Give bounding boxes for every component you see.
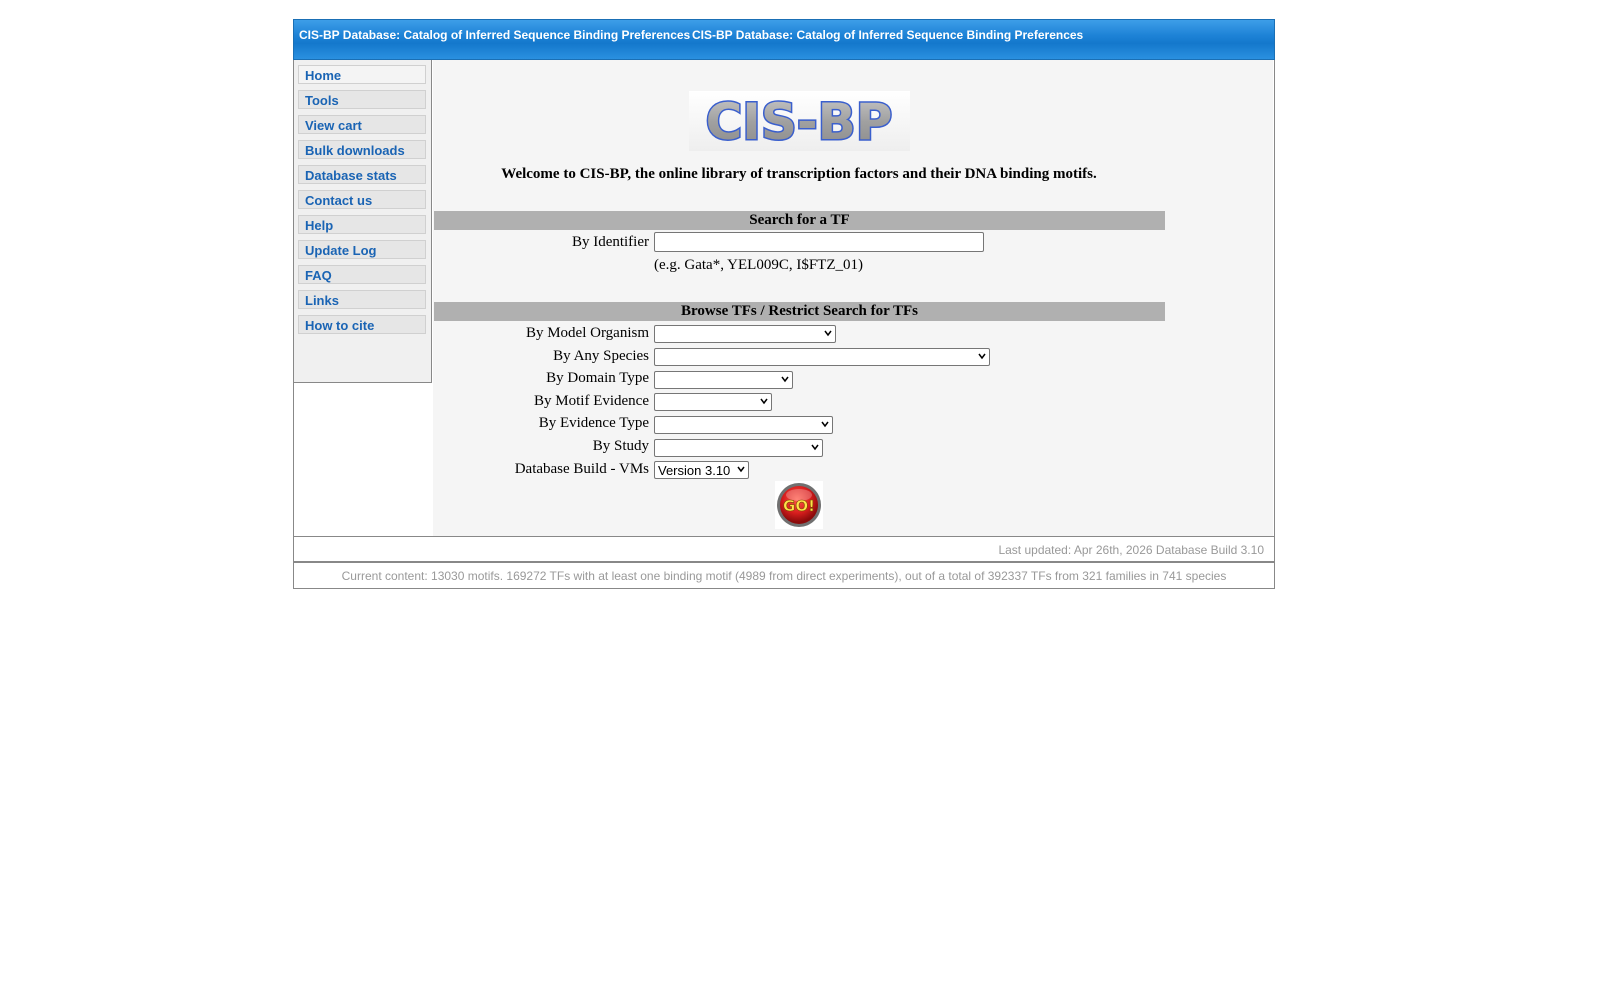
study-select[interactable] <box>654 439 823 457</box>
content-summary-bar: Current content: 13030 motifs. 169272 TF… <box>293 562 1275 589</box>
last-updated-text: Last updated: Apr 26th, 2026 Database Bu… <box>998 543 1264 557</box>
sidebar-item-view-cart[interactable]: View cart <box>298 115 426 134</box>
identifier-input[interactable] <box>654 232 984 252</box>
main-panel: Home Tools View cart Bulk downloads Data… <box>293 60 1275 537</box>
content-area: CIS-BP Welcome to CIS-BP, the online lib… <box>433 60 1273 536</box>
sidebar-item-faq[interactable]: FAQ <box>298 265 426 284</box>
domain-type-label: By Domain Type <box>546 370 649 386</box>
any-species-label: By Any Species <box>553 348 649 364</box>
motif-evidence-select[interactable] <box>654 393 772 411</box>
last-updated-bar: Last updated: Apr 26th, 2026 Database Bu… <box>293 537 1275 562</box>
browse-section-heading: Browse TFs / Restrict Search for TFs <box>434 302 1165 321</box>
logo-text: CIS-BP <box>706 93 893 151</box>
content-summary-text: Current content: 13030 motifs. 169272 TF… <box>341 569 1227 583</box>
sidebar-item-label: Tools <box>305 93 339 108</box>
evidence-type-select[interactable] <box>654 416 833 434</box>
sidebar-item-label: Links <box>305 293 339 308</box>
any-species-select[interactable] <box>654 348 990 366</box>
sidebar-item-contact-us[interactable]: Contact us <box>298 190 426 209</box>
sidebar-item-links[interactable]: Links <box>298 290 426 309</box>
go-button[interactable]: GO! <box>775 481 823 529</box>
sidebar-item-tools[interactable]: Tools <box>298 90 426 109</box>
study-label: By Study <box>592 438 649 454</box>
model-organism-label: By Model Organism <box>525 325 649 341</box>
header-title-repeat: CIS-BP Database: Catalog of Inferred Seq… <box>692 28 1084 42</box>
chevron-down-icon <box>760 398 768 405</box>
cisbp-logo: CIS-BP <box>689 91 910 151</box>
identifier-example: (e.g. Gata*, YEL009C, I$FTZ_01) <box>654 257 863 273</box>
sidebar-item-label: Help <box>305 218 334 233</box>
sidebar-nav: Home Tools View cart Bulk downloads Data… <box>294 60 432 383</box>
sidebar-item-label: Database stats <box>305 168 397 183</box>
sidebar-item-label: FAQ <box>305 268 332 283</box>
sidebar-item-home[interactable]: Home <box>298 65 426 84</box>
sidebar-item-help[interactable]: Help <box>298 215 426 234</box>
chevron-down-icon <box>824 330 832 337</box>
domain-type-select[interactable] <box>654 371 793 389</box>
welcome-message: Welcome to CIS-BP, the online library of… <box>501 166 1097 182</box>
sidebar-item-label: Bulk downloads <box>305 143 405 158</box>
chevron-down-icon <box>821 421 829 428</box>
search-section-heading: Search for a TF <box>434 211 1165 230</box>
motif-evidence-label: By Motif Evidence <box>534 393 649 409</box>
sidebar-item-label: How to cite <box>305 318 375 333</box>
logo-image: CIS-BP <box>689 91 910 151</box>
model-organism-select[interactable] <box>654 325 836 343</box>
sidebar-item-bulk-downloads[interactable]: Bulk downloads <box>298 140 426 159</box>
select-value: Version 3.10 <box>658 463 731 478</box>
go-label: GO! <box>783 497 815 515</box>
header-bar: CIS-BP Database: Catalog of Inferred Seq… <box>293 19 1275 60</box>
evidence-type-label: By Evidence Type <box>538 415 649 431</box>
chevron-down-icon <box>811 444 819 451</box>
database-build-label: Database Build - VMs <box>514 461 649 477</box>
sidebar-item-label: Update Log <box>305 243 377 258</box>
sidebar-item-how-to-cite[interactable]: How to cite <box>298 315 426 334</box>
sidebar-item-label: Home <box>305 68 342 83</box>
sidebar-item-label: View cart <box>305 118 362 133</box>
chevron-down-icon <box>781 376 789 383</box>
sidebar-item-database-stats[interactable]: Database stats <box>298 165 426 184</box>
chevron-down-icon <box>737 466 745 473</box>
go-button-icon: GO! <box>775 481 823 529</box>
chevron-down-icon <box>978 353 986 360</box>
sidebar-item-label: Contact us <box>305 193 373 208</box>
sidebar-item-update-log[interactable]: Update Log <box>298 240 426 259</box>
page-container: CIS-BP Database: Catalog of Inferred Seq… <box>293 19 1275 589</box>
database-build-select[interactable]: Version 3.10 <box>654 461 749 479</box>
header-title: CIS-BP Database: Catalog of Inferred Seq… <box>299 28 691 42</box>
identifier-label: By Identifier <box>571 234 649 250</box>
